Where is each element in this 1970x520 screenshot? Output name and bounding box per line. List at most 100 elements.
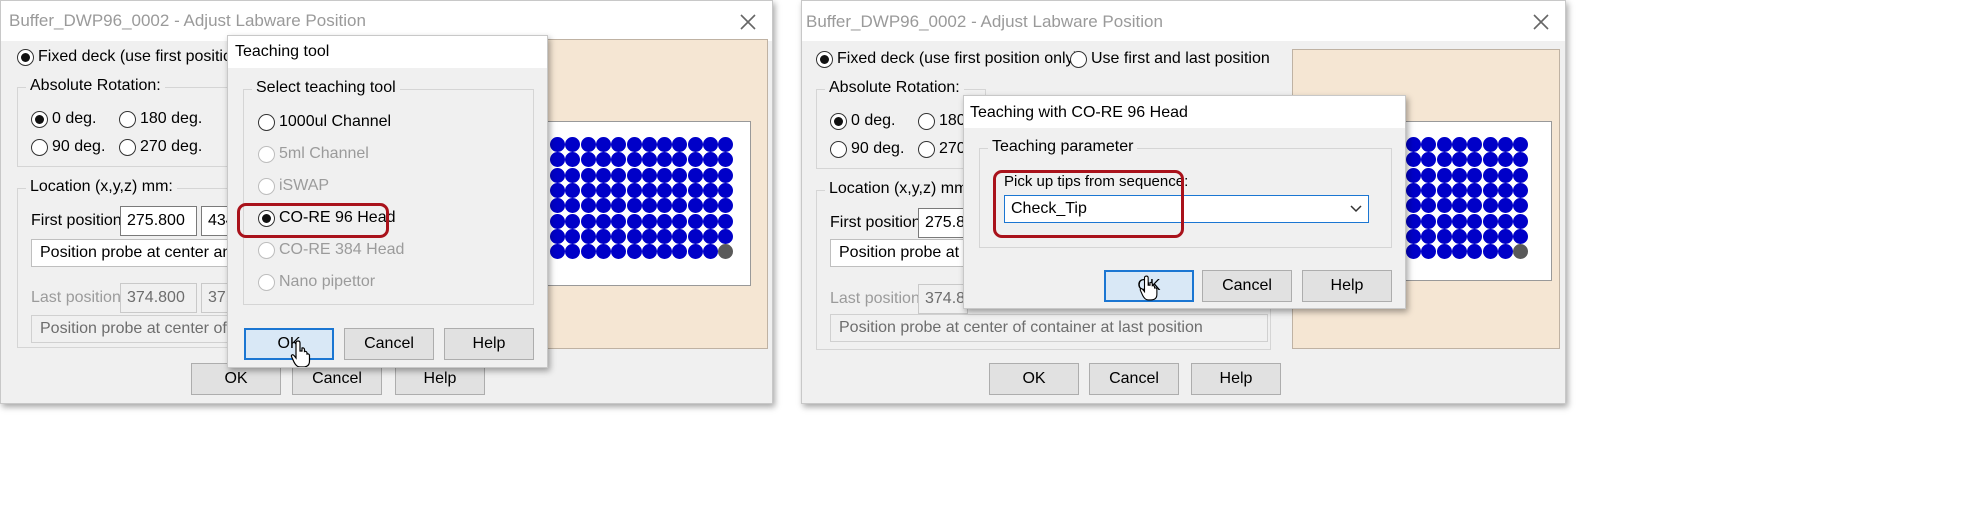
well-dot (672, 152, 688, 168)
well-dot (641, 152, 657, 168)
left-rot-180-radio[interactable]: 180 deg. (119, 110, 202, 128)
well-dot (1467, 152, 1483, 168)
well-dot (641, 213, 657, 229)
well-dot (718, 213, 734, 229)
right-rot-180-label: 180 (939, 112, 966, 129)
left-window-title: Buffer_DWP96_0002 - Adjust Labware Posit… (9, 11, 366, 30)
radio-icon (258, 273, 275, 291)
well-dot (687, 182, 703, 198)
well-dot (1467, 137, 1483, 152)
well-dot (687, 244, 703, 260)
well-dot (687, 137, 703, 152)
well-dot (565, 152, 581, 168)
well-dot (565, 182, 581, 198)
teaching-tool-cancel-button[interactable]: Cancel (344, 328, 434, 360)
well-dot (1421, 228, 1437, 244)
well-dot (672, 167, 688, 183)
well-dot (611, 228, 627, 244)
left-rot-270-radio[interactable]: 270 deg. (119, 138, 202, 156)
radio-icon (119, 110, 136, 128)
teaching-tool-help-button[interactable]: Help (444, 328, 534, 360)
teaching-tool-group-label: Select teaching tool (252, 79, 400, 97)
well-dot (657, 244, 673, 260)
well-dot (611, 137, 627, 152)
well-dot (672, 182, 688, 198)
left-first-x-field[interactable]: 275.800 (120, 206, 197, 236)
radio-icon (17, 48, 34, 66)
teaching-tool-dialog: Teaching tool Select teaching tool 1000u… (227, 35, 548, 368)
well-dot (1497, 152, 1513, 168)
well-dot (1436, 152, 1452, 168)
tool-nano-radio: Nano pipettor (258, 273, 375, 291)
well-dot (1513, 137, 1529, 152)
right-first-last-radio[interactable]: Use first and last position (1070, 50, 1270, 68)
radio-icon (830, 140, 847, 158)
well-dot (580, 137, 596, 152)
right-first-x-field[interactable]: 275.8 (918, 208, 968, 238)
well-dot (550, 213, 565, 229)
right-ok-button[interactable]: OK (989, 363, 1079, 395)
well-dot (641, 228, 657, 244)
right-first-probe-select[interactable]: Position probe at ce (830, 239, 968, 267)
well-dot (580, 213, 596, 229)
well-dot (626, 182, 642, 198)
right-rot-180-radio[interactable]: 180 (918, 112, 966, 130)
well-dot (641, 137, 657, 152)
well-dot (1436, 137, 1452, 152)
core96-teaching-dialog: Teaching with CO-RE 96 Head Teaching par… (963, 95, 1406, 309)
well-dot (1451, 167, 1467, 183)
right-cancel-button[interactable]: Cancel (1089, 363, 1179, 395)
left-last-x-field: 374.800 (120, 283, 197, 313)
teaching-tool-title-bar: Teaching tool (228, 36, 547, 68)
well-dot (626, 213, 642, 229)
well-dot (687, 213, 703, 229)
well-dot (657, 228, 673, 244)
well-dot (703, 137, 718, 152)
core96-help-button[interactable]: Help (1302, 270, 1392, 302)
well-dot (687, 152, 703, 168)
well-dot (611, 244, 627, 260)
radio-icon (258, 145, 275, 163)
radio-icon (830, 112, 847, 130)
well-dot (1421, 198, 1437, 214)
right-last-probe-select: Position probe at center of container at… (830, 314, 1268, 342)
well-dot (1467, 228, 1483, 244)
well-dot (580, 228, 596, 244)
right-fixed-deck-label: Fixed deck (use first position only) (837, 50, 1079, 67)
well-dot (595, 137, 611, 152)
tool-1000ul-radio[interactable]: 1000ul Channel (258, 113, 391, 131)
well-dot (611, 213, 627, 229)
well-dot (1406, 244, 1421, 260)
right-fixed-deck-radio[interactable]: Fixed deck (use first position only) (816, 50, 1079, 68)
right-title-bar: Buffer_DWP96_0002 - Adjust Labware Posit… (802, 1, 1565, 41)
sequence-highlight (993, 170, 1184, 238)
well-dot (1497, 244, 1513, 260)
teaching-tool-ok-button[interactable]: OK (244, 328, 334, 360)
well-dot (657, 167, 673, 183)
well-dot (1497, 213, 1513, 229)
left-first-position-label: First position: (31, 212, 127, 229)
left-rot-90-radio[interactable]: 90 deg. (31, 138, 105, 156)
well-dot (595, 167, 611, 183)
core96-cancel-button[interactable]: Cancel (1202, 270, 1292, 302)
well-dot (626, 152, 642, 168)
well-dot (626, 228, 642, 244)
left-close-icon[interactable] (736, 10, 760, 34)
right-close-icon[interactable] (1529, 10, 1553, 34)
well-dot (687, 228, 703, 244)
well-dot (580, 198, 596, 214)
well-dot (1451, 137, 1467, 152)
well-dot (1482, 152, 1498, 168)
well-dot (703, 152, 718, 168)
left-rot-180-label: 180 deg. (140, 110, 203, 127)
left-rot-0-radio[interactable]: 0 deg. (31, 110, 96, 128)
well-dot (657, 213, 673, 229)
right-rot-270-radio[interactable]: 270 (918, 140, 966, 158)
right-rot-0-radio[interactable]: 0 deg. (830, 112, 895, 130)
well-dot (641, 182, 657, 198)
right-help-button[interactable]: Help (1191, 363, 1281, 395)
well-dot (703, 167, 718, 183)
left-first-probe-select[interactable]: Position probe at center and bot (31, 239, 241, 267)
well-dot (565, 167, 581, 183)
right-rot-90-radio[interactable]: 90 deg. (830, 140, 904, 158)
